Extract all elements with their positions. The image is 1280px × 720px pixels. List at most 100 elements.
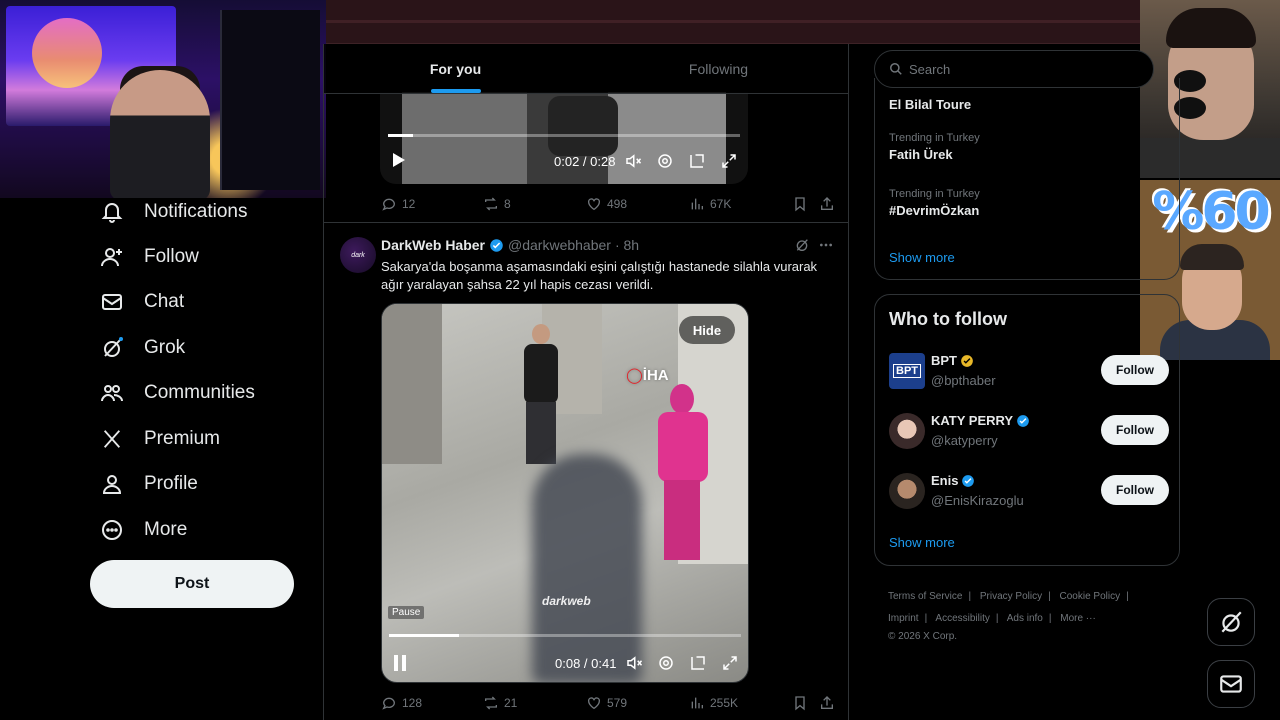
avatar[interactable]: dark (340, 237, 376, 273)
reply-count: 128 (402, 696, 423, 710)
trend-item[interactable]: Trending in Turkey Fatih Ürek (889, 132, 980, 162)
mute-button[interactable] (624, 152, 642, 170)
settings-button[interactable] (656, 152, 674, 170)
person-plus-icon (98, 243, 126, 271)
views-count: 67K (710, 197, 732, 211)
repost-button[interactable]: 8 (483, 196, 511, 212)
account-handle: @katyperry (931, 433, 998, 448)
views-count: 255K (710, 696, 739, 710)
trend-context: Trending in Turkey (889, 188, 980, 200)
like-count: 498 (607, 197, 628, 211)
follow-suggestion[interactable]: KATY PERRY @katyperry Follow (889, 409, 1169, 453)
like-button[interactable]: 498 (586, 196, 627, 212)
reply-button[interactable]: 128 (381, 695, 422, 711)
bookmark-icon (795, 197, 805, 212)
share-icon (821, 696, 833, 709)
repost-button[interactable]: 21 (483, 695, 517, 711)
author-name[interactable]: DarkWeb Haber (381, 237, 485, 253)
views-button[interactable]: 67K (689, 196, 731, 212)
tweet1-video[interactable]: 0:02 / 0:28 (380, 92, 748, 184)
sidebar-item-grok[interactable]: Grok (98, 328, 185, 368)
tweet-more-button[interactable] (818, 237, 834, 258)
follow-button[interactable]: Follow (1101, 475, 1169, 505)
follow-button[interactable]: Follow (1101, 415, 1169, 445)
footer-links: Terms of Service | Privacy Policy | Cookie… (888, 586, 1148, 644)
sidebar-item-chat[interactable]: Chat (98, 282, 184, 322)
share-icon (821, 197, 833, 210)
sidebar-item-follow[interactable]: Follow (98, 237, 199, 277)
sidebar-item-label: Chat (144, 291, 185, 312)
who-to-follow-show-more-link[interactable]: Show more (889, 535, 955, 550)
messages-floating-button[interactable] (1207, 660, 1255, 708)
settings-button[interactable] (657, 654, 675, 672)
footer-link-more[interactable]: More ··· (1060, 613, 1096, 624)
footer-link-imprint[interactable]: Imprint (888, 613, 919, 624)
follow-suggestion[interactable]: Enis @EnisKirazoglu Follow (889, 469, 1169, 513)
follow-button[interactable]: Follow (1101, 355, 1169, 385)
heart-icon (588, 198, 600, 211)
bookmark-button[interactable] (792, 196, 808, 212)
tweet-time[interactable]: · 8h (615, 237, 639, 253)
sidebar-item-label: Premium (144, 428, 221, 449)
pause-button[interactable] (392, 654, 408, 672)
avatar[interactable] (889, 473, 925, 509)
search-placeholder: Search (909, 61, 951, 77)
views-button[interactable]: 255K (689, 695, 738, 711)
footer-link-accessibility[interactable]: Accessibility (935, 613, 989, 624)
play-button[interactable] (392, 152, 406, 168)
avatar[interactable]: BPT (889, 353, 925, 389)
pip-button[interactable] (688, 152, 706, 170)
trend-item[interactable]: Trending in Turkey #DevrimÖzkan (889, 188, 980, 218)
hide-button[interactable]: Hide (679, 316, 735, 344)
like-button[interactable]: 579 (586, 695, 627, 711)
video-progress-bar[interactable] (389, 634, 741, 637)
pip-button[interactable] (689, 654, 707, 672)
streamer-webcam (0, 0, 326, 198)
fullscreen-button[interactable] (720, 152, 738, 170)
iha-watermark: ◯İHA (626, 367, 669, 384)
tweet-header: DarkWeb Haber @darkwebhaber · 8h (381, 237, 639, 253)
sidebar-item-communities[interactable]: Communities (98, 373, 255, 413)
search-icon (890, 63, 902, 75)
video-progress-bar[interactable] (388, 134, 740, 137)
sidebar-item-label: Communities (144, 382, 255, 403)
sidebar-item-profile[interactable]: Profile (98, 464, 198, 504)
search-input[interactable]: Search (874, 50, 1154, 88)
bookmark-button[interactable] (792, 695, 808, 711)
picture-in-picture-icon (691, 656, 705, 670)
tweet2-video[interactable]: ◯İHA darkweb Hide Pause 0:08 / 0:41 (381, 303, 749, 683)
footer-link-privacy[interactable]: Privacy Policy (980, 591, 1042, 602)
share-button[interactable] (819, 695, 835, 711)
analytics-icon (691, 697, 703, 709)
fullscreen-icon (722, 154, 736, 168)
trend-item[interactable]: El Bilal Toure (889, 94, 971, 112)
grok-explain-button[interactable] (794, 237, 810, 258)
feed-tabs: For you Following (324, 44, 848, 94)
tab-following[interactable]: Following (587, 44, 848, 93)
sidebar-item-premium[interactable]: Premium (98, 419, 220, 459)
video-progress-fill (389, 634, 460, 637)
reply-icon (382, 697, 396, 710)
follow-suggestion[interactable]: BPT BPT @bpthaber Follow (889, 349, 1169, 393)
author-handle[interactable]: @darkwebhaber (508, 237, 611, 253)
sidebar-item-more[interactable]: More (98, 510, 187, 550)
sidebar-item-label: Follow (144, 246, 199, 267)
post-button[interactable]: Post (90, 560, 294, 608)
volume-muted-icon (626, 154, 642, 168)
avatar[interactable] (889, 413, 925, 449)
footer-link-terms[interactable]: Terms of Service (888, 591, 962, 602)
tab-for-you[interactable]: For you (324, 44, 587, 93)
fullscreen-button[interactable] (721, 654, 739, 672)
sidebar-item-notifications[interactable]: Notifications (98, 192, 248, 232)
trends-show-more-link[interactable]: Show more (889, 250, 955, 265)
footer-link-cookie[interactable]: Cookie Policy (1060, 591, 1121, 602)
trend-title: El Bilal Toure (889, 97, 972, 112)
sidebar-item-label: Profile (144, 473, 198, 494)
grok-floating-button[interactable] (1207, 598, 1255, 646)
reply-button[interactable]: 12 (381, 196, 415, 212)
share-button[interactable] (819, 196, 835, 212)
footer-link-ads-info[interactable]: Ads info (1007, 613, 1043, 624)
mute-button[interactable] (625, 654, 643, 672)
person-icon (98, 470, 126, 498)
picture-in-picture-icon (690, 154, 704, 168)
